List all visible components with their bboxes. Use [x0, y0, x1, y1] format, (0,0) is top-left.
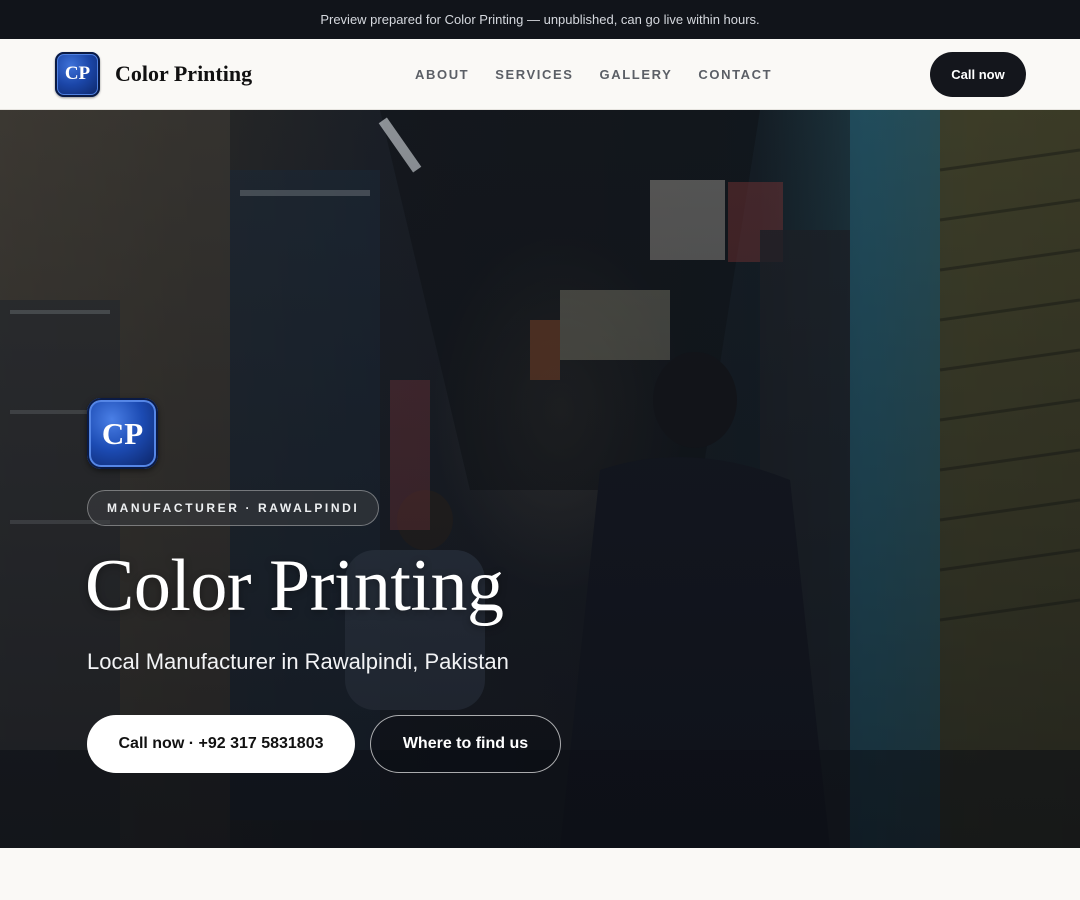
hero-logo-text: CP	[101, 415, 144, 451]
preview-banner-text: Preview prepared for Color Printing — un…	[320, 12, 760, 27]
brand[interactable]: CP Color Printing	[55, 51, 252, 97]
hero-section: CP MANUFACTURER · RAWALPINDI Color Print…	[0, 110, 1080, 848]
site-header: CP Color Printing ABOUT SERVICES GALLERY…	[0, 39, 1080, 110]
hero-content: CP MANUFACTURER · RAWALPINDI Color Print…	[85, 398, 561, 773]
nav-link-about[interactable]: ABOUT	[415, 67, 469, 82]
cp-logo-large-icon: CP	[87, 398, 158, 469]
preview-banner: Preview prepared for Color Printing — un…	[0, 0, 1080, 39]
nav-link-services[interactable]: SERVICES	[495, 67, 573, 82]
call-now-button[interactable]: Call now · +92 317 5831803	[87, 715, 355, 773]
nav-link-contact[interactable]: CONTACT	[698, 67, 772, 82]
hero-subtitle: Local Manufacturer in Rawalpindi, Pakist…	[87, 649, 509, 674]
header-call-button[interactable]: Call now	[930, 52, 1026, 97]
brand-name[interactable]: Color Printing	[115, 61, 252, 87]
cp-logo-icon[interactable]: CP	[55, 51, 100, 97]
nav-link-gallery[interactable]: GALLERY	[600, 67, 673, 82]
category-badge: MANUFACTURER · RAWALPINDI	[87, 490, 380, 526]
logo-text: CP	[64, 63, 91, 84]
below-fold-section	[0, 848, 1080, 900]
main-nav: ABOUT SERVICES GALLERY CONTACT	[415, 39, 772, 110]
where-to-find-us-button[interactable]: Where to find us	[370, 715, 561, 773]
hero-title: Color Printing	[85, 545, 504, 627]
